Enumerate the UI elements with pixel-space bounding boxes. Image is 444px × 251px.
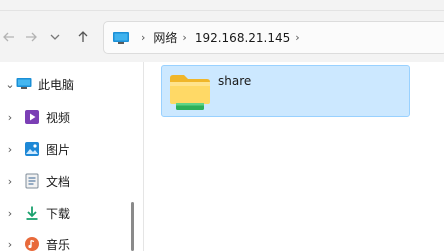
- sidebar-item-label: 音乐: [46, 237, 71, 251]
- recent-locations-button[interactable]: [46, 26, 64, 48]
- shared-folder-icon: [170, 75, 210, 110]
- sidebar-item-label: 视频: [46, 110, 71, 125]
- chevron-right-icon[interactable]: ›: [5, 175, 15, 188]
- chevron-right-icon[interactable]: ›: [5, 207, 15, 220]
- breadcrumb-host[interactable]: 192.168.21.145: [195, 31, 290, 45]
- music-icon: [24, 236, 40, 251]
- explorer-body: ⌄ 此电脑 › 视频 › 图片 › 文档 › 下载 › 音乐 share: [0, 62, 444, 251]
- network-computer-icon: [113, 31, 129, 44]
- chevron-right-icon[interactable]: ›: [5, 238, 15, 251]
- title-strip: [0, 0, 444, 11]
- this-pc-icon: [16, 76, 32, 92]
- forward-button[interactable]: [22, 26, 40, 48]
- sidebar-item-videos[interactable]: › 视频: [0, 105, 130, 129]
- sidebar-item-downloads[interactable]: › 下载: [0, 201, 130, 225]
- videos-icon: [24, 109, 40, 125]
- address-bar[interactable]: › 网络 › 192.168.21.145 ›: [103, 21, 444, 54]
- back-button[interactable]: [0, 26, 18, 48]
- downloads-icon: [24, 205, 40, 221]
- sidebar-item-label: 文档: [46, 174, 71, 189]
- forward-arrow-icon: [26, 32, 37, 42]
- back-arrow-icon: [3, 32, 14, 42]
- up-arrow-icon: [78, 31, 88, 42]
- up-button[interactable]: [74, 26, 92, 48]
- sidebar-item-pictures[interactable]: › 图片: [0, 137, 130, 161]
- documents-icon: [24, 173, 40, 189]
- sidebar-item-music[interactable]: › 音乐: [0, 232, 130, 251]
- file-item-share[interactable]: share: [161, 65, 410, 117]
- breadcrumb-network[interactable]: 网络: [153, 29, 177, 46]
- file-name: share: [218, 74, 252, 88]
- chevron-right-icon[interactable]: ›: [5, 111, 15, 124]
- breadcrumb-separator: ›: [141, 31, 146, 44]
- title-toolbar-area: › 网络 › 192.168.21.145 ›: [0, 0, 444, 62]
- sidebar-item-label: 图片: [46, 142, 71, 157]
- sidebar-item-label: 此电脑: [38, 77, 75, 92]
- pane-divider[interactable]: [143, 62, 144, 251]
- sidebar-item-label: 下载: [46, 206, 71, 221]
- chevron-right-icon[interactable]: ›: [5, 143, 15, 156]
- breadcrumb-separator[interactable]: ›: [295, 31, 299, 44]
- chevron-down-icon: [50, 34, 60, 40]
- navigation-pane: ⌄ 此电脑 › 视频 › 图片 › 文档 › 下载 › 音乐: [0, 62, 143, 251]
- breadcrumb-separator[interactable]: ›: [182, 31, 186, 44]
- sidebar-scrollbar[interactable]: [131, 202, 134, 251]
- pictures-icon: [24, 141, 40, 157]
- sidebar-item-this-pc[interactable]: ⌄ 此电脑: [0, 72, 130, 96]
- sidebar-item-documents[interactable]: › 文档: [0, 169, 130, 193]
- chevron-down-icon[interactable]: ⌄: [5, 78, 15, 91]
